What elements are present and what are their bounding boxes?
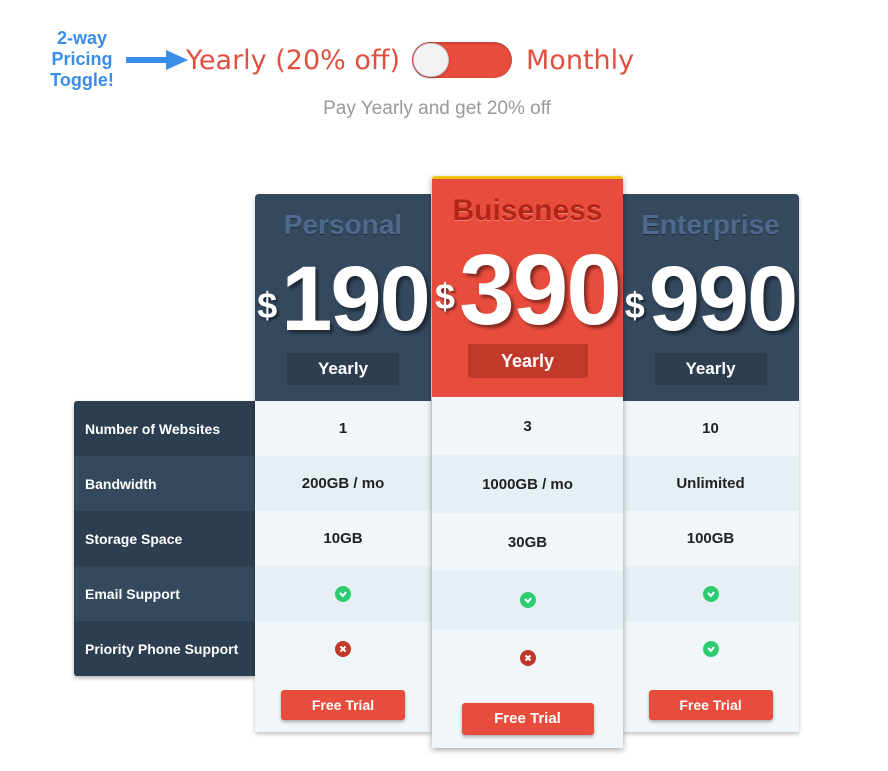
price-amount: 390 (459, 234, 622, 346)
feature-label: Storage Space (85, 530, 183, 547)
check-icon (702, 585, 719, 602)
feature-label: Email Support (74, 566, 255, 621)
price-amount: 190 (281, 248, 430, 350)
billing-period: Yearly (654, 353, 767, 385)
yearly-label[interactable]: Yearly (20% off) (186, 45, 400, 76)
currency-symbol: $ (624, 285, 645, 326)
annotation-label: 2-way Pricing Toggle! (40, 28, 124, 91)
email-support-value (432, 571, 623, 629)
feature-label: Priority Phone Support (85, 640, 239, 657)
plan-card-enterprise: Enterprise $ 990 Yearly 10 Unlimited 100… (622, 194, 799, 732)
bandwidth-value: 200GB / mo (255, 456, 431, 511)
websites-value: 10 (702, 420, 719, 437)
check-icon (702, 640, 719, 657)
phone-support-value (255, 621, 431, 676)
plan-header: Enterprise $ 990 Yearly (622, 194, 799, 401)
price-amount: 990 (648, 248, 798, 350)
annotation-line: Pricing (51, 49, 113, 69)
plan-card-business: Buiseness $ 390 Yearly 3 1000GB / mo 30G… (432, 176, 623, 748)
pricing-toggle-switch[interactable] (412, 42, 513, 78)
monthly-label[interactable]: Monthly (526, 45, 634, 76)
currency-symbol: $ (257, 285, 278, 326)
feature-label: Bandwidth (74, 456, 255, 511)
pricing-subtitle: Pay Yearly and get 20% off (323, 98, 551, 119)
plan-footer: Free Trial (622, 676, 799, 734)
email-support-value (622, 566, 799, 621)
free-trial-button[interactable]: Free Trial (461, 703, 594, 735)
free-trial-button[interactable]: Free Trial (281, 690, 405, 720)
plan-name: Buiseness (452, 194, 603, 227)
storage-value: 10GB (323, 530, 363, 547)
websites-value: 3 (523, 417, 532, 435)
plan-card-personal: Personal $ 190 Yearly 1 200GB / mo 10GB … (255, 194, 431, 732)
billing-period: Yearly (287, 353, 399, 385)
plan-name: Personal (283, 209, 403, 240)
toggle-knob[interactable] (413, 43, 450, 77)
pricing-toggle-row: Yearly (20% off) Monthly (186, 31, 634, 89)
plan-price: $ 390 (432, 232, 623, 340)
websites-value: 1 (338, 420, 348, 437)
phone-support-value (622, 621, 799, 676)
plan-header: Personal $ 190 Yearly (255, 194, 431, 401)
email-support-value (255, 566, 431, 621)
plan-header: Buiseness $ 390 Yearly (432, 176, 623, 397)
annotation-line: Toggle! (50, 70, 114, 90)
bandwidth-value: Unlimited (622, 456, 799, 511)
plan-price: $ 990 (622, 247, 799, 349)
check-icon (519, 592, 536, 608)
bandwidth-value: 1000GB / mo (432, 455, 623, 513)
phone-support-value (432, 629, 623, 687)
plan-footer: Free Trial (255, 676, 431, 734)
currency-symbol: $ (435, 276, 456, 317)
storage-value: 30GB (507, 533, 548, 551)
plan-name: Enterprise (641, 209, 780, 240)
plan-price: $ 190 (255, 247, 431, 349)
arrow-right-icon (126, 50, 188, 70)
check-icon (335, 585, 351, 602)
cross-icon (335, 640, 351, 657)
feature-label: Number of Websites (85, 420, 221, 437)
cross-icon (519, 650, 536, 666)
feature-label-column: Number of Websites Bandwidth Storage Spa… (74, 401, 255, 676)
plan-footer: Free Trial (432, 687, 623, 751)
free-trial-button[interactable]: Free Trial (648, 690, 773, 720)
billing-period: Yearly (467, 344, 588, 378)
annotation-line: 2-way (56, 28, 108, 48)
storage-value: 100GB (686, 530, 735, 547)
